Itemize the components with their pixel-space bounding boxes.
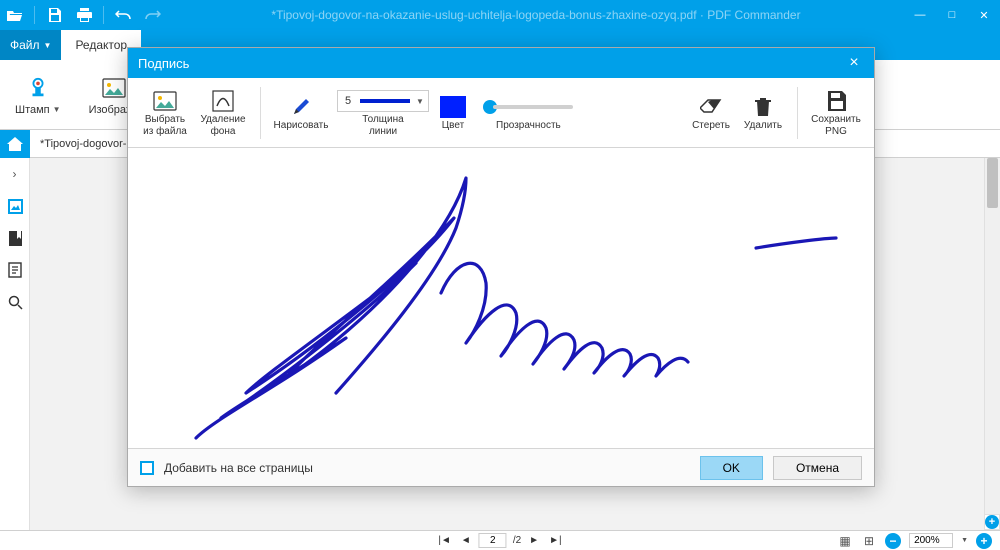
print-icon[interactable] bbox=[69, 0, 99, 30]
erase-tool[interactable]: Стереть bbox=[685, 90, 737, 136]
chevron-down-icon: ▼ bbox=[44, 41, 52, 50]
fit-width-icon[interactable]: ⊞ bbox=[861, 533, 877, 549]
thickness-label: Толщина линии bbox=[351, 114, 415, 137]
cancel-button[interactable]: Отмена bbox=[773, 456, 862, 480]
dialog-footer: Добавить на все страницы OK Отмена bbox=[128, 448, 874, 486]
eraser-icon bbox=[700, 94, 722, 120]
last-page-button[interactable]: ►| bbox=[547, 535, 564, 546]
thickness-control[interactable]: 5 ▼ Толщина линии bbox=[333, 84, 433, 141]
pen-icon bbox=[291, 94, 311, 120]
minimize-button[interactable]: — bbox=[904, 0, 936, 30]
page-total: /2 bbox=[513, 535, 521, 546]
save-icon[interactable] bbox=[39, 0, 69, 30]
save-png-label: Сохранить PNG bbox=[811, 114, 861, 137]
stamp-tool[interactable]: Штамп▼ bbox=[15, 74, 61, 116]
delete-label: Удалить bbox=[744, 120, 782, 132]
signature-dialog: Подпись × Выбрать из файла Удаление фона bbox=[127, 47, 875, 487]
page-navigator: |◄ ◄ /2 ► ►| bbox=[436, 533, 563, 548]
attachments-icon[interactable] bbox=[0, 254, 30, 286]
image-icon bbox=[100, 74, 128, 102]
draw-tool[interactable]: Нарисовать bbox=[269, 90, 333, 136]
undo-icon[interactable] bbox=[108, 0, 138, 30]
dialog-titlebar[interactable]: Подпись × bbox=[128, 48, 874, 78]
dialog-close-button[interactable]: × bbox=[844, 54, 864, 72]
thickness-preview bbox=[360, 99, 410, 103]
thickness-value: 5 bbox=[342, 95, 354, 107]
search-icon[interactable] bbox=[0, 286, 30, 318]
page-input[interactable] bbox=[479, 533, 507, 548]
vertical-scrollbar[interactable] bbox=[984, 158, 1000, 530]
redo-icon[interactable] bbox=[138, 0, 168, 30]
trash-icon bbox=[755, 94, 771, 120]
from-file-tool[interactable]: Выбрать из файла bbox=[136, 84, 194, 141]
left-sidebar: › bbox=[0, 130, 30, 530]
open-icon[interactable] bbox=[0, 0, 30, 30]
from-file-label: Выбрать из файла bbox=[142, 114, 188, 137]
opacity-control[interactable]: Прозрачность bbox=[473, 90, 583, 136]
save-png-tool[interactable]: Сохранить PNG bbox=[806, 84, 866, 141]
chevron-down-icon[interactable]: ▼ bbox=[961, 537, 968, 544]
apply-all-label: Добавить на все страницы bbox=[164, 461, 313, 475]
first-page-button[interactable]: |◄ bbox=[436, 535, 453, 546]
thumbnails-icon[interactable] bbox=[0, 190, 30, 222]
save-icon bbox=[826, 88, 846, 114]
maximize-button[interactable]: □ bbox=[936, 0, 968, 30]
statusbar: |◄ ◄ /2 ► ►| ▦ ⊞ − ▼ + bbox=[0, 530, 1000, 550]
titlebar: *Tipovoj-dogovor-na-okazanie-uslug-uchit… bbox=[0, 0, 1000, 30]
delete-tool[interactable]: Удалить bbox=[737, 90, 789, 136]
signature-canvas[interactable] bbox=[128, 148, 874, 448]
color-picker[interactable]: Цвет bbox=[433, 90, 473, 136]
erase-label: Стереть bbox=[692, 120, 730, 132]
remove-bg-icon bbox=[212, 88, 234, 114]
slider-track[interactable] bbox=[493, 105, 573, 109]
remove-bg-tool[interactable]: Удаление фона bbox=[194, 84, 252, 141]
file-menu-label: Файл bbox=[10, 38, 40, 52]
stamp-icon bbox=[24, 74, 52, 102]
add-page-button[interactable]: + bbox=[984, 514, 1000, 530]
signature-toolbar: Выбрать из файла Удаление фона Нарисоват… bbox=[128, 78, 874, 148]
chevron-down-icon: ▼ bbox=[416, 97, 424, 106]
remove-bg-label: Удаление фона bbox=[200, 114, 246, 137]
image-icon bbox=[153, 88, 177, 114]
ok-button[interactable]: OK bbox=[700, 456, 763, 480]
sidebar-expand[interactable]: › bbox=[0, 158, 29, 190]
apply-all-checkbox[interactable] bbox=[140, 461, 154, 475]
color-label: Цвет bbox=[442, 120, 464, 132]
color-swatch[interactable] bbox=[440, 96, 466, 118]
bookmarks-icon[interactable] bbox=[0, 222, 30, 254]
home-tab[interactable] bbox=[0, 130, 30, 158]
file-menu[interactable]: Файл ▼ bbox=[0, 30, 61, 60]
window-title: *Tipovoj-dogovor-na-okazanie-uslug-uchit… bbox=[168, 8, 904, 22]
fit-page-icon[interactable]: ▦ bbox=[837, 533, 853, 549]
next-page-button[interactable]: ► bbox=[527, 535, 541, 546]
scrollbar-thumb[interactable] bbox=[987, 158, 998, 208]
opacity-label: Прозрачность bbox=[496, 120, 560, 132]
zoom-out-button[interactable]: − bbox=[885, 533, 901, 549]
stamp-label: Штамп bbox=[15, 104, 50, 116]
close-button[interactable]: ✕ bbox=[968, 0, 1000, 30]
tab-label: Редактор bbox=[75, 38, 127, 52]
prev-page-button[interactable]: ◄ bbox=[459, 535, 473, 546]
chevron-down-icon: ▼ bbox=[53, 105, 61, 114]
zoom-input[interactable] bbox=[909, 533, 953, 548]
dialog-title: Подпись bbox=[138, 56, 189, 71]
signature-stroke bbox=[136, 148, 866, 448]
draw-label: Нарисовать bbox=[274, 120, 329, 132]
zoom-in-button[interactable]: + bbox=[976, 533, 992, 549]
